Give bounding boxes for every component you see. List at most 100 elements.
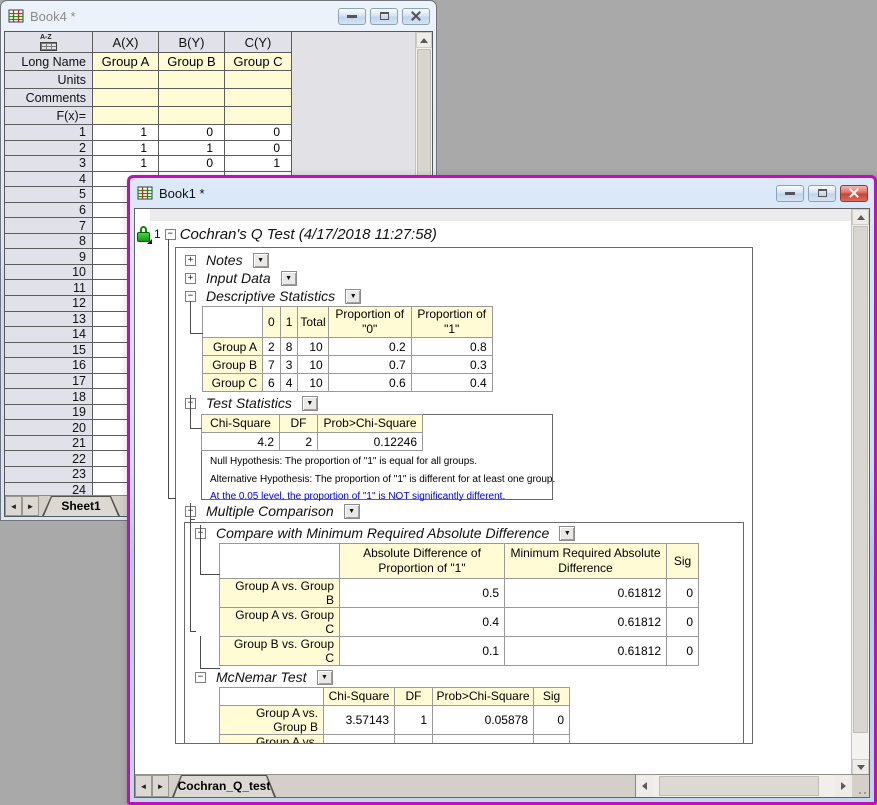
ws-row-number[interactable]: 4 [5,172,93,188]
tab-scroll-left-button[interactable]: ◄ [135,775,152,797]
ws-label-row: Comments [5,89,292,107]
ws-row-number[interactable]: 15 [5,343,93,359]
input-data-dropdown-button[interactable]: ▼ [281,271,297,286]
close-button[interactable] [402,8,430,25]
worksheet-cell[interactable]: Group B [159,53,225,71]
collapse-test-statistics-button[interactable]: − [185,398,196,409]
sheet-tab-sheet1[interactable]: Sheet1 [42,496,120,516]
close-icon [410,11,422,21]
ws-row-label[interactable]: Long Name [5,53,93,71]
test-statistics-dropdown-button[interactable]: ▼ [302,396,318,411]
ws-row-number[interactable]: 22 [5,451,93,467]
table-header-row: Absolute Difference of Proportion of "1"… [220,544,699,579]
worksheet-cell[interactable]: Group A [93,53,159,71]
ws-corner-cell[interactable]: A-Z [5,32,93,53]
scrollbar-thumb[interactable] [853,226,868,733]
ws-row-number[interactable]: 12 [5,296,93,312]
collapse-root-button[interactable]: − [165,229,176,240]
row-header-cell: Group A vs. Group C [220,608,340,637]
scroll-right-button[interactable] [835,775,852,797]
worksheet-cell[interactable] [159,107,225,125]
row-header-cell: Group A vs. Group B [220,706,324,735]
tab-scroll-right-button[interactable]: ► [22,496,39,516]
ws-row-number[interactable]: 14 [5,327,93,343]
worksheet-cell[interactable] [225,89,292,107]
worksheet-cell[interactable]: 0 [159,125,225,141]
worksheet-cell[interactable] [93,71,159,89]
scroll-down-button[interactable] [852,759,869,775]
restore-button[interactable] [808,185,836,202]
ws-row-number[interactable]: 10 [5,265,93,281]
collapse-compare-button[interactable]: − [195,528,206,539]
lock-body [137,232,150,242]
header-cell: Sig [667,544,699,579]
ws-row-label[interactable]: Comments [5,89,93,107]
collapse-descriptive-button[interactable]: − [185,291,196,302]
worksheet-cell[interactable]: 0 [225,141,292,157]
ws-row-number[interactable]: 6 [5,203,93,219]
ws-col-header-a[interactable]: A(X) [93,32,159,53]
ws-col-header-b[interactable]: B(Y) [159,32,225,53]
compare-dropdown-button[interactable]: ▼ [559,526,575,541]
ws-row-number[interactable]: 17 [5,374,93,390]
ws-row-number[interactable]: 3 [5,156,93,172]
collapse-mcnemar-button[interactable]: − [195,672,206,683]
ws-row-number[interactable]: 21 [5,436,93,452]
minimize-button[interactable] [338,8,366,25]
worksheet-cell[interactable]: 0 [225,125,292,141]
notes-dropdown-button[interactable]: ▼ [253,253,269,268]
arrow-right-icon [841,782,846,790]
scroll-up-button[interactable] [852,209,869,225]
book1-titlebar[interactable]: Book1 * [130,178,874,208]
ws-row-label[interactable]: Units [5,71,93,89]
scrollbar-thumb[interactable] [659,776,819,796]
ws-row-number[interactable]: 2 [5,141,93,157]
ws-row-label[interactable]: F(x)= [5,107,93,125]
worksheet-cell[interactable]: 1 [93,125,159,141]
ws-row-number[interactable]: 5 [5,187,93,203]
expand-notes-button[interactable]: + [185,255,196,266]
worksheet-cell[interactable]: 1 [159,141,225,157]
scroll-up-button[interactable] [416,32,432,48]
ws-row-number[interactable]: 20 [5,420,93,436]
expand-input-data-button[interactable]: + [185,273,196,284]
worksheet-cell[interactable]: 1 [225,156,292,172]
collapse-multiple-comparison-button[interactable]: − [185,506,196,517]
close-button[interactable] [840,185,868,202]
worksheet-cell[interactable] [225,71,292,89]
ws-row-number[interactable]: 1 [5,125,93,141]
book1-vertical-scrollbar[interactable] [851,209,869,775]
worksheet-cell[interactable]: 1 [93,141,159,157]
descriptive-dropdown-button[interactable]: ▼ [345,289,361,304]
sheet-tab-cochran-q-test[interactable]: Cochran_Q_test [172,775,276,797]
restore-button[interactable] [370,8,398,25]
resize-grip[interactable] [852,775,869,797]
ws-row-number[interactable]: 16 [5,358,93,374]
tab-scroll-right-button[interactable]: ► [152,775,169,797]
book1-horizontal-scrollbar[interactable] [636,775,852,797]
tab-scroll-left-button[interactable]: ◄ [5,496,22,516]
minimize-button[interactable] [776,185,804,202]
ws-row-number[interactable]: 8 [5,234,93,250]
ws-row-number[interactable]: 23 [5,467,93,483]
worksheet-cell[interactable] [159,89,225,107]
book4-titlebar[interactable]: Book4 * [1,1,436,31]
worksheet-cell[interactable] [93,89,159,107]
ws-row-number[interactable]: 18 [5,389,93,405]
multiple-comparison-dropdown-button[interactable]: ▼ [344,504,360,519]
worksheet-cell[interactable]: 0 [159,156,225,172]
mcnemar-dropdown-button[interactable]: ▼ [317,670,333,685]
report-top-strip [150,209,852,221]
ws-row-number[interactable]: 7 [5,218,93,234]
worksheet-cell[interactable]: Group C [225,53,292,71]
ws-row-number[interactable]: 11 [5,280,93,296]
worksheet-cell[interactable] [159,71,225,89]
scroll-left-button[interactable] [636,775,653,797]
worksheet-cell[interactable] [225,107,292,125]
ws-row-number[interactable]: 13 [5,312,93,328]
worksheet-cell[interactable]: 1 [93,156,159,172]
ws-row-number[interactable]: 9 [5,249,93,265]
worksheet-cell[interactable] [93,107,159,125]
ws-col-header-c[interactable]: C(Y) [225,32,292,53]
ws-row-number[interactable]: 19 [5,405,93,421]
